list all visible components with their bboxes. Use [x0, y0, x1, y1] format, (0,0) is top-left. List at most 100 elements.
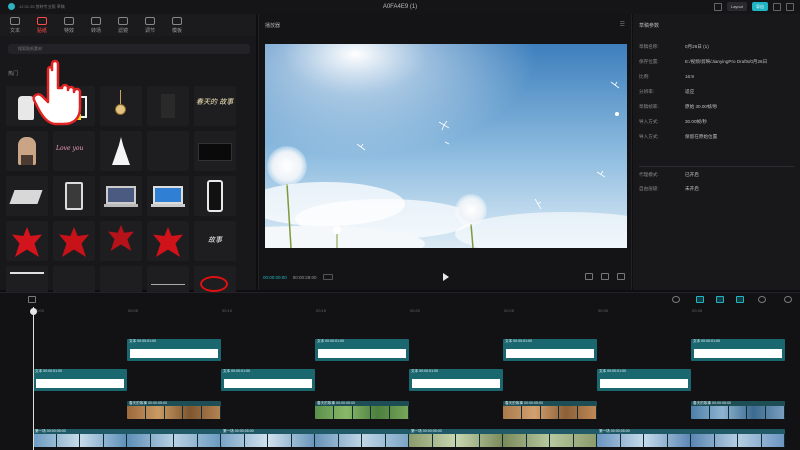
minimize-icon[interactable] — [773, 2, 781, 11]
export-button[interactable]: 导出 — [752, 2, 768, 11]
clip-label: 文本 00:00:01:00 — [35, 369, 63, 373]
video-clip[interactable]: 春天的故事 00:00:05:00 — [127, 401, 221, 419]
tab-sticker[interactable]: 贴纸 — [33, 16, 51, 36]
sticker-search-input[interactable]: 搜索贴纸素材 — [8, 44, 250, 54]
sticker-item[interactable] — [147, 86, 189, 126]
tick-label: 00:10 — [222, 308, 233, 313]
main-video-clip[interactable]: 第一场 00:00:05:00 — [409, 429, 597, 447]
text-clip[interactable]: 文本 00:00:01:00 — [597, 369, 691, 391]
window-title: A0FA4E9 (1) — [382, 4, 418, 10]
preview-axis-icon[interactable] — [736, 296, 744, 303]
text-clip[interactable]: 文本 00:00:01:00 — [221, 369, 315, 391]
prop-value: 保留在原始位置 — [685, 134, 718, 139]
expand-icon[interactable] — [617, 273, 625, 280]
text-bar — [36, 379, 124, 388]
clip-label: 文本 00:00:01:00 — [411, 369, 439, 373]
sticker-item[interactable] — [6, 176, 48, 216]
player-tools — [585, 273, 625, 280]
sticker-item[interactable]: 故事 — [194, 221, 236, 261]
sticker-item[interactable] — [194, 176, 236, 216]
tab-filter[interactable]: 滤镜 — [114, 16, 132, 36]
sticker-item[interactable] — [100, 221, 142, 261]
main-video-clip[interactable]: 第一场 00:00:05:00 — [597, 429, 785, 447]
player-panel: 播放器 ☰ 00:00:00:00 00:00:28:00 — [258, 14, 632, 290]
mic-icon[interactable] — [672, 296, 680, 303]
snap-icon[interactable] — [696, 296, 704, 303]
pointer-hand-icon — [32, 59, 82, 126]
time-ruler[interactable]: 00:00 00:05 00:10 00:15 00:20 00:25 00:3… — [30, 307, 800, 317]
clip-label: 文本 00:00:01:00 — [129, 339, 157, 343]
tab-adjust[interactable]: 调节 — [141, 16, 159, 36]
sticker-item[interactable] — [6, 221, 48, 261]
sticker-item[interactable]: 春天的 故事 — [194, 86, 236, 126]
text-clip[interactable]: 文本 00:00:01:00 — [503, 339, 597, 361]
playhead-handle[interactable] — [30, 308, 37, 315]
sticker-text-love: Love you — [56, 145, 84, 152]
sticker-item[interactable] — [147, 221, 189, 261]
close-icon[interactable] — [786, 2, 794, 11]
text-clip[interactable]: 文本 00:00:01:00 — [315, 339, 409, 361]
video-preview[interactable] — [265, 44, 627, 248]
timecode-mode-icon[interactable] — [322, 274, 333, 280]
prop-value: 未开启 — [685, 186, 699, 191]
playhead[interactable] — [33, 307, 34, 450]
prop-value: E:/视频/剪映/JianyingPro Drafts/0月26日 — [685, 59, 768, 64]
prop-key: 分辨率: — [639, 89, 655, 94]
text-clip[interactable]: 文本 00:00:01:00 — [409, 369, 503, 391]
text-bar — [600, 379, 688, 388]
tab-transition[interactable]: 转场 — [87, 16, 105, 36]
prop-row: 导入方式: 30.00帧/秒 — [639, 119, 797, 125]
clip-label: 文本 00:00:01:00 — [505, 339, 533, 343]
tab-template[interactable]: 模板 — [168, 16, 186, 36]
zoom-out-icon[interactable] — [758, 296, 766, 303]
tab-label: 调节 — [144, 28, 155, 34]
sticker-item[interactable] — [100, 86, 142, 126]
zoom-in-icon[interactable] — [784, 296, 792, 303]
layout-button[interactable]: Layout — [726, 2, 747, 11]
sticker-item[interactable] — [6, 131, 48, 171]
text-bar — [694, 349, 782, 358]
sticker-item[interactable] — [194, 131, 236, 171]
prop-value: 0月26日 (1) — [685, 44, 709, 49]
sticker-item[interactable]: Love you — [53, 131, 95, 171]
text-clip[interactable]: 文本 00:00:01:00 — [127, 339, 221, 361]
tab-label: 贴纸 — [36, 28, 47, 34]
video-clip[interactable]: 春天的故事 00:00:05:00 — [315, 401, 409, 419]
select-tool-icon[interactable] — [28, 296, 36, 303]
tick-label: 00:20 — [410, 308, 421, 313]
player-title: 播放器 — [265, 23, 281, 29]
prop-row: 比例: 16:9 — [639, 74, 797, 80]
tab-text[interactable]: 文本 — [6, 16, 24, 36]
sticker-item[interactable] — [53, 176, 95, 216]
fullscreen-icon[interactable] — [585, 273, 593, 280]
more-icon[interactable]: ☰ — [620, 21, 625, 28]
clip-frames — [33, 434, 221, 447]
text-clip[interactable]: 文本 00:00:01:00 — [691, 339, 785, 361]
tab-effect[interactable]: 特效 — [60, 16, 78, 36]
sticker-item[interactable] — [100, 176, 142, 216]
ratio-icon[interactable] — [601, 273, 609, 280]
main-video-clip[interactable]: 第一场 00:00:05:00 — [221, 429, 409, 447]
sticker-icon — [37, 17, 47, 25]
prop-key: 保存位置: — [639, 59, 659, 64]
total-timecode: 00:00:28:00 — [292, 274, 317, 280]
properties-title: 草稿参数 — [639, 23, 660, 29]
sticker-item[interactable] — [53, 221, 95, 261]
text-clip[interactable]: 文本 00:00:01:00 — [33, 369, 127, 391]
sticker-item[interactable] — [147, 176, 189, 216]
text-icon — [10, 17, 20, 25]
prop-key: 草稿名称: — [639, 44, 659, 49]
video-clip[interactable]: 春天的故事 00:00:05:00 — [503, 401, 597, 419]
link-icon[interactable] — [716, 296, 724, 303]
video-clip[interactable]: 春天的故事 00:00:05:00 — [691, 401, 785, 419]
sticker-text-gushi: 故事 — [208, 236, 222, 244]
main-video-clip[interactable]: 第一场 00:00:05:00 — [33, 429, 221, 447]
shortcut-icon[interactable] — [713, 2, 722, 11]
media-panel: 文本 贴纸 特效 转场 滤镜 调节 模板 搜索贴纸素材 热门 春天的 故事 Lo… — [0, 14, 256, 306]
tab-label: 文本 — [9, 28, 20, 34]
sticker-item[interactable] — [100, 131, 142, 171]
prop-value: 16:9 — [685, 74, 694, 79]
sticker-item[interactable] — [147, 131, 189, 171]
prop-row: 保存位置: E:/视频/剪映/JianyingPro Drafts/0月26日 — [639, 59, 797, 65]
play-icon[interactable] — [442, 272, 450, 282]
